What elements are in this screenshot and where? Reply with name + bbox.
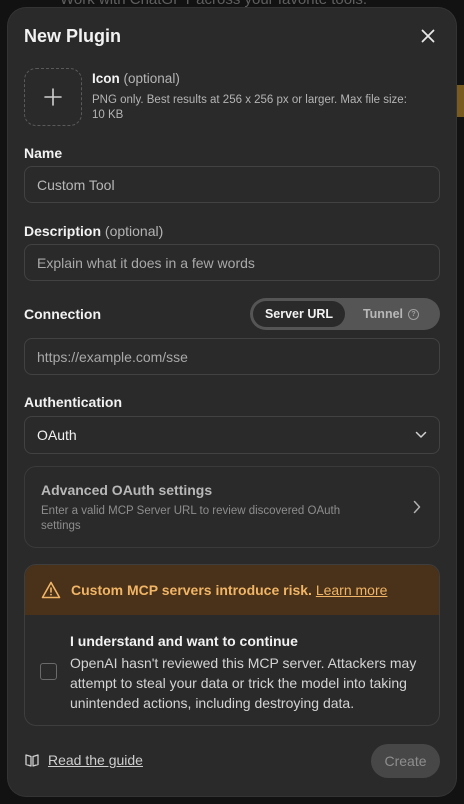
icon-optional-text: (optional) <box>123 71 180 86</box>
risk-warning-header: Custom MCP servers introduce risk. Learn… <box>25 565 439 615</box>
read-guide-link[interactable]: Read the guide <box>24 752 143 768</box>
authentication-select[interactable]: OAuth <box>24 416 440 454</box>
plus-icon <box>44 88 62 106</box>
warning-icon <box>41 581 61 599</box>
background-heading: Work with ChatGPT across your favorite t… <box>60 0 367 8</box>
learn-more-link[interactable]: Learn more <box>316 582 388 598</box>
name-input[interactable]: Custom Tool <box>24 166 440 203</box>
risk-acknowledgement: I understand and want to continue OpenAI… <box>25 615 439 725</box>
description-label-text: Description <box>24 223 102 239</box>
advanced-oauth-title: Advanced OAuth settings <box>41 482 213 498</box>
create-button[interactable]: Create <box>371 744 440 778</box>
description-label: Description (optional) <box>24 223 163 239</box>
dialog-title: New Plugin <box>24 26 122 46</box>
tunnel-option[interactable]: Tunnel ? <box>345 301 437 327</box>
icon-label-text: Icon <box>92 71 120 86</box>
description-input[interactable]: Explain what it does in a few words <box>24 244 440 281</box>
book-icon <box>25 754 39 767</box>
icon-label: Icon (optional) <box>92 71 180 86</box>
info-icon: ? <box>408 308 420 320</box>
server-url-input[interactable]: https://example.com/sse <box>24 338 440 375</box>
description-optional-text: (optional) <box>104 223 164 239</box>
chevron-right-icon <box>413 500 421 514</box>
new-plugin-dialog: New Plugin Icon (optional) PNG only. Bes… <box>8 8 456 796</box>
connection-toggle[interactable]: Server URL Tunnel ? <box>250 298 440 330</box>
acknowledge-checkbox[interactable] <box>40 663 57 680</box>
advanced-oauth-settings[interactable]: Advanced OAuth settings Enter a valid MC… <box>24 466 440 548</box>
icon-help-text: PNG only. Best results at 256 x 256 px o… <box>92 94 407 121</box>
authentication-selected: OAuth <box>37 427 77 443</box>
risk-warning-panel: Custom MCP servers introduce risk. Learn… <box>24 564 440 726</box>
acknowledge-text: OpenAI hasn't reviewed this MCP server. … <box>70 655 417 711</box>
authentication-label: Authentication <box>24 394 122 410</box>
chevron-down-icon <box>415 431 427 438</box>
connection-label: Connection <box>24 306 101 322</box>
risk-warning-headline: Custom MCP servers introduce risk. <box>71 582 312 598</box>
tunnel-option-label: Tunnel <box>362 307 404 321</box>
name-label: Name <box>24 145 63 161</box>
advanced-oauth-description: Enter a valid MCP Server URL to review d… <box>41 505 341 532</box>
risk-warning-text: Custom MCP servers introduce risk. Learn… <box>71 582 387 598</box>
icon-upload-button[interactable] <box>24 68 82 126</box>
close-button[interactable] <box>418 26 438 46</box>
server-url-option[interactable]: Server URL <box>253 301 345 327</box>
acknowledge-title: I understand and want to continue <box>70 633 298 649</box>
read-guide-label: Read the guide <box>48 752 143 768</box>
close-icon <box>421 29 435 43</box>
